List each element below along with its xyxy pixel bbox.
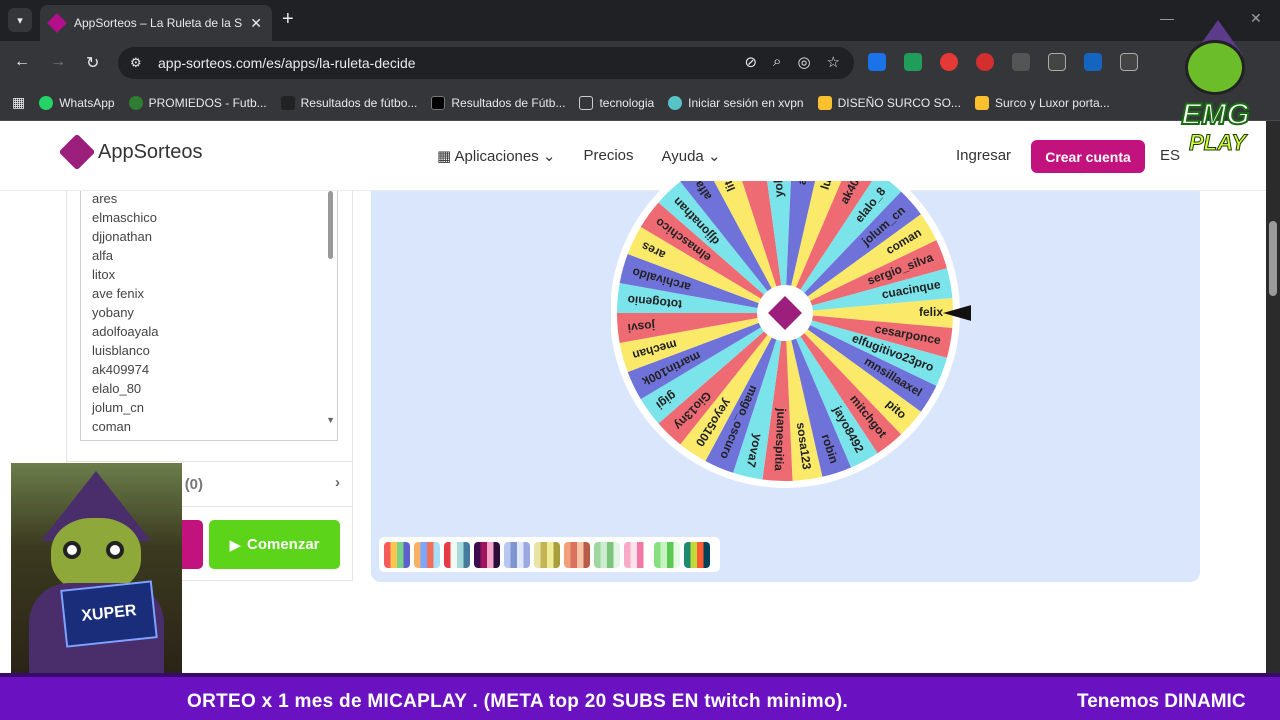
nav-ayuda[interactable]: Ayuda ⌄ xyxy=(662,147,721,165)
tab-search-button[interactable]: ▾ xyxy=(8,8,32,32)
participant-item: ave fenix xyxy=(92,286,145,301)
close-tab-icon[interactable]: ✕ xyxy=(250,15,262,32)
participant-item: ak409974 xyxy=(92,362,150,377)
bookmark[interactable]: Surco y Luxor porta... xyxy=(974,95,1110,110)
palette-swatch[interactable] xyxy=(474,541,500,568)
ticker-text-2: Tenemos DINAMIC xyxy=(1077,691,1246,712)
participant-item: alfa xyxy=(92,248,113,263)
bookmark[interactable]: DISEÑO SURCO SO... xyxy=(817,95,961,110)
wheel-area: felix cesarponce elfugitivo23pro mnsillaaxe… xyxy=(371,181,1200,582)
palette-swatch[interactable] xyxy=(504,541,530,568)
eye-off-icon[interactable]: ◎ xyxy=(797,53,810,71)
palette-swatch[interactable] xyxy=(414,541,440,568)
results-count: (0) xyxy=(184,475,204,493)
apps-grid-icon[interactable]: ▦ xyxy=(12,94,25,111)
xuper-logo: XUPER xyxy=(60,580,158,648)
participant-item: adolfoayala xyxy=(92,324,159,339)
url-text: app-sorteos.com/es/apps/la-ruleta-decide xyxy=(158,55,416,71)
participant-item: elmaschico xyxy=(92,210,158,225)
wheel-segment-label: yobany xyxy=(770,181,786,197)
stream-avatar-image: XUPER xyxy=(11,463,182,673)
page-scrollbar[interactable] xyxy=(1266,121,1280,673)
wheel-segment-label: juanespitia xyxy=(772,407,789,472)
nav-aplicaciones[interactable]: ▦ Aplicaciones ⌄ xyxy=(437,147,555,165)
palette-swatch[interactable] xyxy=(654,541,680,568)
back-icon[interactable]: ← xyxy=(14,53,30,71)
favicon xyxy=(47,13,67,33)
address-bar[interactable]: ⚙ app-sorteos.com/es/apps/la-ruleta-deci… xyxy=(118,47,854,79)
extension-icon[interactable] xyxy=(1012,53,1030,71)
nav-precios[interactable]: Precios xyxy=(583,147,633,165)
extension-icon[interactable] xyxy=(868,53,886,71)
bookmark[interactable]: Resultados de fútbo... xyxy=(280,95,417,110)
palette-swatch[interactable] xyxy=(594,541,620,568)
new-tab-button[interactable]: + xyxy=(282,8,294,31)
palette-swatch[interactable] xyxy=(624,541,650,568)
palette-swatch[interactable] xyxy=(384,541,410,568)
login-link[interactable]: Ingresar xyxy=(956,147,1011,164)
signup-button[interactable]: Crear cuenta xyxy=(1031,140,1145,173)
site-logo[interactable]: AppSorteos xyxy=(58,133,203,171)
tracking-off-icon[interactable]: ⊘ xyxy=(744,53,757,71)
participant-item: sergio_silva xyxy=(92,436,337,440)
bookmark-star-icon[interactable]: ☆ xyxy=(827,53,840,71)
wheel-segment-label: felix xyxy=(919,305,943,319)
main-nav: ▦ Aplicaciones ⌄ Precios Ayuda ⌄ xyxy=(437,147,721,165)
participant-item: elalo_80 xyxy=(92,381,142,396)
textarea-scrollbar[interactable] xyxy=(327,191,335,423)
browser-toolbar: ← → ↻ ⚙ app-sorteos.com/es/apps/la-rulet… xyxy=(0,41,1280,85)
bookmarks-bar: ▦ WhatsApp PROMIEDOS - Futb... Resultado… xyxy=(0,85,1280,121)
palette-swatch[interactable] xyxy=(564,541,590,568)
emg-play-logo: EMG PLAY xyxy=(1163,20,1268,170)
logo-text: AppSorteos xyxy=(98,140,203,163)
site-info-icon[interactable]: ⚙ xyxy=(130,55,142,71)
participant-item: ares xyxy=(92,191,118,206)
stream-ticker: ORTEO x 1 mes de MICAPLAY . (META top 20… xyxy=(0,673,1280,720)
participant-item: yobany xyxy=(92,305,134,320)
participant-item: litox xyxy=(92,267,116,282)
extension-icon[interactable] xyxy=(1084,53,1102,71)
zoom-icon[interactable]: ⌕ xyxy=(773,53,781,71)
palette-swatch[interactable] xyxy=(444,541,470,568)
web-page: AppSorteos ▦ Aplicaciones ⌄ Precios Ayud… xyxy=(0,121,1266,673)
start-label: Comenzar xyxy=(247,536,320,553)
participant-item: djjonathan xyxy=(92,229,152,244)
start-button[interactable]: ▶ Comenzar xyxy=(209,520,340,569)
scroll-down-icon[interactable]: ▼ xyxy=(326,415,335,425)
bookmark-folder[interactable]: tecnologia xyxy=(579,95,654,110)
bookmark[interactable]: Resultados de Fútb... xyxy=(431,95,565,110)
palette-swatch[interactable] xyxy=(534,541,560,568)
browser-tabbar: ▾ AppSorteos – La Ruleta de la Su ✕ + — … xyxy=(0,0,1280,41)
palette-selector xyxy=(379,537,720,572)
participant-item: coman xyxy=(92,419,132,434)
bookmark[interactable]: WhatsApp xyxy=(39,95,115,110)
ticker-text: ORTEO x 1 mes de MICAPLAY . (META top 20… xyxy=(187,691,849,712)
extension-icon[interactable] xyxy=(1048,53,1066,71)
bookmark[interactable]: Iniciar sesión en xvpn xyxy=(668,95,804,110)
play-icon: ▶ xyxy=(229,536,241,554)
participant-item: jolum_cn xyxy=(92,400,145,415)
extensions xyxy=(868,53,1138,71)
participants-list: ares elmaschico djjonathan alfa litox ave fen… xyxy=(92,191,337,440)
participants-textarea[interactable]: ares elmaschico djjonathan alfa litox ave fen… xyxy=(80,191,338,441)
roulette-wheel[interactable]: felixcesarponceelfugitivo23promnsillaaxe… xyxy=(611,181,971,491)
forward-icon[interactable]: → xyxy=(50,53,66,71)
participant-item: luisblanco xyxy=(92,343,150,358)
tab-title: AppSorteos – La Ruleta de la Su xyxy=(74,16,243,30)
bookmark[interactable]: PROMIEDOS - Futb... xyxy=(128,95,267,110)
browser-tab[interactable]: AppSorteos – La Ruleta de la Su ✕ xyxy=(40,5,272,41)
puzzle-icon[interactable] xyxy=(1120,53,1138,71)
extension-icon[interactable] xyxy=(940,53,958,71)
adblock-icon[interactable] xyxy=(976,53,994,71)
extension-icon[interactable] xyxy=(904,53,922,71)
logo-mark-icon xyxy=(58,133,96,171)
reload-icon[interactable]: ↻ xyxy=(86,53,99,73)
wheel-segment-label: josvi xyxy=(627,318,657,334)
palette-swatch[interactable] xyxy=(684,541,710,568)
chevron-right-icon: › xyxy=(335,474,340,491)
